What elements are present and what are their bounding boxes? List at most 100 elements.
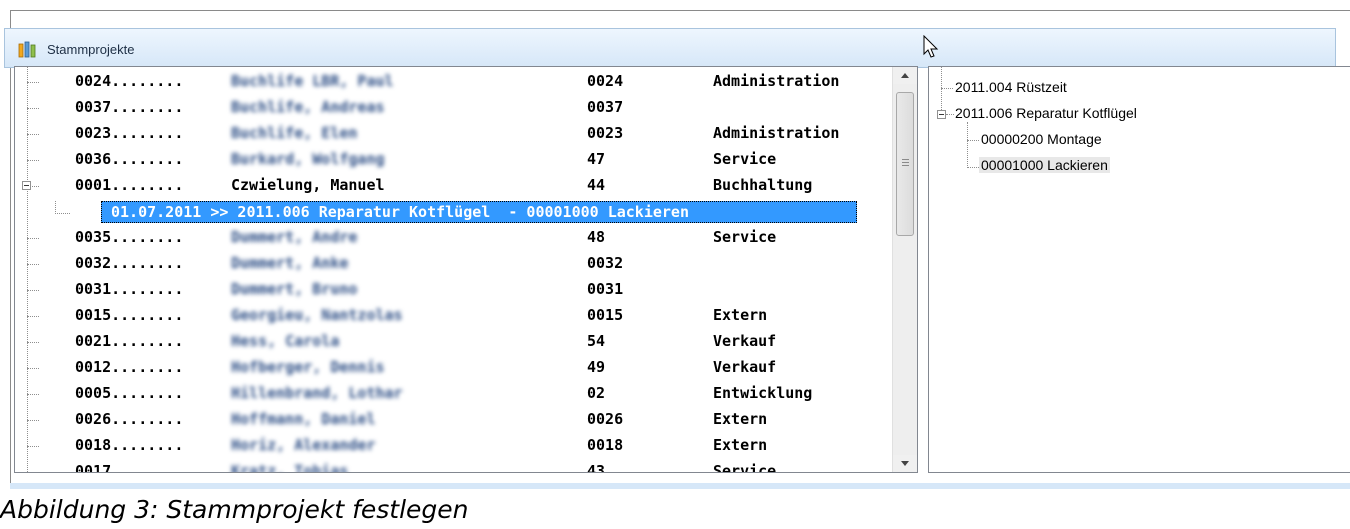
selected-subproject-row[interactable]: 01.07.2011 >> 2011.006 Reparatur Kotflüg… xyxy=(15,199,893,225)
table-row[interactable]: 0021........ Hess, Carola 54 Verkauf xyxy=(15,329,893,355)
row-number: 43 xyxy=(587,462,606,473)
grip-line xyxy=(902,165,909,166)
table-row[interactable]: 0037........ Buchlife, Andreas 0037 xyxy=(15,95,893,121)
row-name: Dummert, Anke xyxy=(231,254,349,272)
mouse-pointer-icon xyxy=(923,35,939,58)
scroll-down-button[interactable] xyxy=(893,455,917,472)
figure-caption: Abbildung 3: Stammprojekt festlegen xyxy=(0,495,469,524)
row-department: Extern xyxy=(713,306,768,324)
row-name: Hoffmann, Daniel xyxy=(231,410,376,428)
row-code: 0012........ xyxy=(75,358,184,376)
tree-line xyxy=(27,160,39,161)
row-department: Verkauf xyxy=(713,332,777,350)
tree-line xyxy=(27,82,39,83)
row-number: 54 xyxy=(587,332,606,350)
row-code: 0018........ xyxy=(75,436,184,454)
arrow-up-icon xyxy=(901,73,909,78)
tree-line xyxy=(27,472,39,473)
grip-line xyxy=(902,162,909,163)
employee-rows: 0024........ Buchlife LBR, Paul 0024 Admini… xyxy=(15,67,893,473)
tree-node-montage[interactable]: 00000200 Montage xyxy=(981,131,1102,147)
project-tree[interactable]: 2011.004 Rüstzeit 2011.006 Reparatur Kot… xyxy=(928,66,1350,473)
row-name: Buchlife, Andreas xyxy=(231,98,385,116)
tree-line xyxy=(27,134,39,135)
row-name: Hillenbrand, Lothar xyxy=(231,384,403,402)
row-name: Hess, Carola xyxy=(231,332,340,350)
row-code: 0024........ xyxy=(75,72,184,90)
collapse-toggle[interactable] xyxy=(937,110,946,119)
tree-line xyxy=(27,446,39,447)
table-row[interactable]: 0001........ Czwielung, Manuel 44 Buchhaltu… xyxy=(15,173,893,199)
table-row[interactable]: 0032........ Dummert, Anke 0032 xyxy=(15,251,893,277)
row-department: Extern xyxy=(713,410,768,428)
row-department: Extern xyxy=(713,436,768,454)
tree-line xyxy=(27,394,39,395)
row-code: 0037........ xyxy=(75,98,184,116)
selected-subproject-label[interactable]: 01.07.2011 >> 2011.006 Reparatur Kotflüg… xyxy=(101,201,857,223)
tree-line xyxy=(27,316,39,317)
table-row[interactable]: 0018........ Horiz, Alexander 0018 Extern xyxy=(15,433,893,459)
table-row[interactable]: 0035........ Dummert, Andre 48 Service xyxy=(15,225,893,251)
table-row[interactable]: 0031........ Dummert, Bruno 0031 xyxy=(15,277,893,303)
row-code: 0001........ xyxy=(75,176,184,194)
row-code: 0023........ xyxy=(75,124,184,142)
tree-line xyxy=(27,342,39,343)
table-row[interactable]: 0005........ Hillenbrand, Lothar 02 Entwick… xyxy=(15,381,893,407)
table-row[interactable]: 0036........ Burkard, Wolfgang 47 Service xyxy=(15,147,893,173)
row-number: 49 xyxy=(587,358,606,376)
window-title: Stammprojekte xyxy=(47,42,135,57)
tree-line xyxy=(967,167,979,168)
row-code: 0017........ xyxy=(75,462,184,473)
row-department: Verkauf xyxy=(713,358,777,376)
tree-line xyxy=(27,264,39,265)
row-code: 0026........ xyxy=(75,410,184,428)
window-title-bar: Stammprojekte xyxy=(4,28,1336,68)
row-code: 0015........ xyxy=(75,306,184,324)
row-name: Horiz, Alexander xyxy=(231,436,376,454)
row-department: Administration xyxy=(713,124,840,142)
tree-line xyxy=(967,140,979,141)
vertical-scrollbar[interactable] xyxy=(892,67,917,472)
row-number: 0032 xyxy=(587,254,624,272)
row-name: Dummert, Andre xyxy=(231,228,358,246)
table-row[interactable]: 0024........ Buchlife LBR, Paul 0024 Admini… xyxy=(15,69,893,95)
tree-node-ruestzeit[interactable]: 2011.004 Rüstzeit xyxy=(955,79,1067,95)
row-name: Georgieu, Nantzolas xyxy=(231,306,403,324)
scroll-up-button[interactable] xyxy=(893,67,917,84)
row-code: 0032........ xyxy=(75,254,184,272)
tree-line xyxy=(27,108,39,109)
row-number: 0018 xyxy=(587,436,624,454)
tree-line xyxy=(27,238,39,239)
scroll-thumb[interactable] xyxy=(896,92,914,236)
table-row[interactable]: 0012........ Hofberger, Dennis 49 Verkauf xyxy=(15,355,893,381)
tree-line xyxy=(946,114,954,115)
row-number: 0024 xyxy=(587,72,624,90)
tree-line xyxy=(55,201,70,214)
tools-icon xyxy=(18,41,36,58)
tree-node-lackieren[interactable]: 00001000 Lackieren xyxy=(979,157,1110,173)
tree-line xyxy=(27,420,39,421)
row-number: 44 xyxy=(587,176,606,194)
row-department: Service xyxy=(713,228,777,246)
row-name: Kratz, Tobias xyxy=(231,462,349,473)
row-number: 0037 xyxy=(587,98,624,116)
row-number: 48 xyxy=(587,228,606,246)
collapse-toggle[interactable] xyxy=(22,181,31,190)
row-code: 0005........ xyxy=(75,384,184,402)
table-row[interactable]: 0026........ Hoffmann, Daniel 0026 Extern xyxy=(15,407,893,433)
row-number: 0031 xyxy=(587,280,624,298)
table-row[interactable]: 0023........ Buchlife, Elen 0023 Administra… xyxy=(15,121,893,147)
tree-line xyxy=(27,368,39,369)
row-department: Entwicklung xyxy=(713,384,813,402)
row-name: Dummert, Bruno xyxy=(231,280,358,298)
row-name: Burkard, Wolfgang xyxy=(231,150,385,168)
tree-line xyxy=(27,290,39,291)
employee-tree-list[interactable]: 0024........ Buchlife LBR, Paul 0024 Admini… xyxy=(14,66,918,473)
row-number: 47 xyxy=(587,150,606,168)
row-department: Service xyxy=(713,150,777,168)
row-number: 0015 xyxy=(587,306,624,324)
table-row[interactable]: 0017........ Kratz, Tobias 43 Service xyxy=(15,459,893,473)
row-code: 0021........ xyxy=(75,332,184,350)
tree-node-reparatur-kotfluegel[interactable]: 2011.006 Reparatur Kotflügel xyxy=(955,105,1137,121)
table-row[interactable]: 0015........ Georgieu, Nantzolas 0015 Exter… xyxy=(15,303,893,329)
